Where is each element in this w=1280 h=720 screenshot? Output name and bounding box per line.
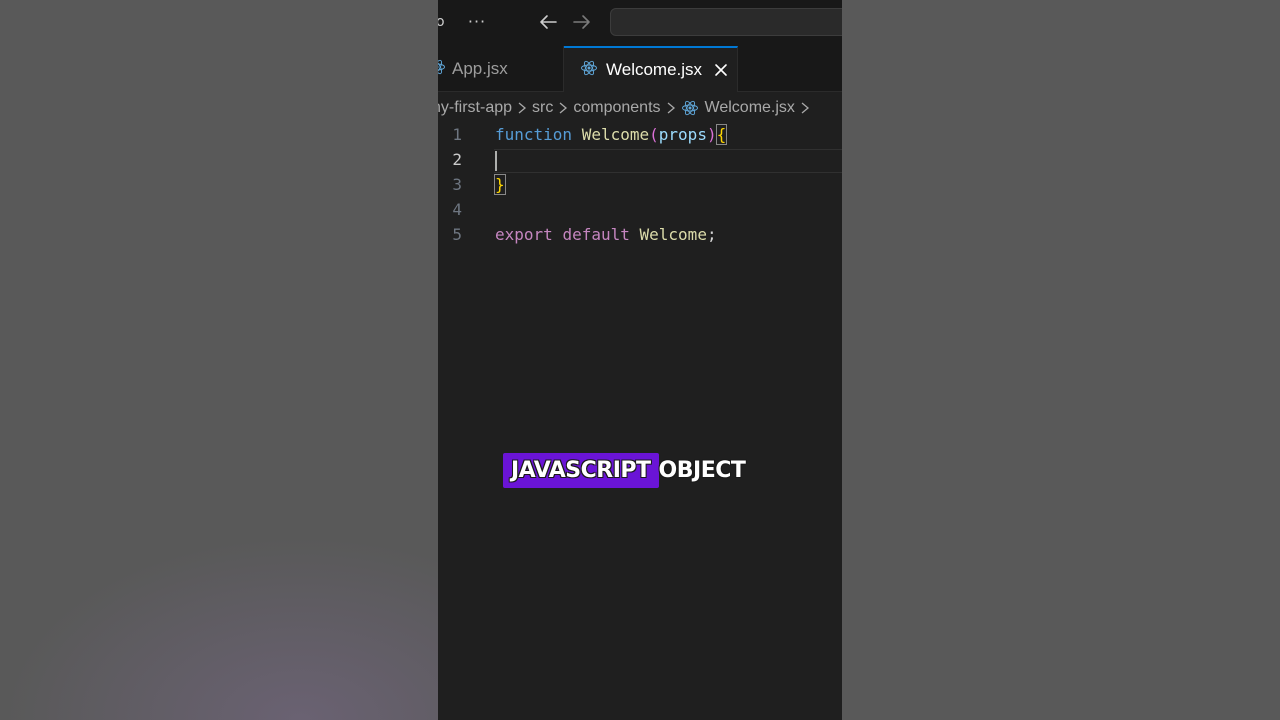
close-icon[interactable] [712, 61, 730, 79]
paren: ) [706, 125, 717, 144]
identifier: Welcome [639, 225, 707, 244]
paren: ( [649, 125, 659, 144]
line-number: 5 [452, 225, 462, 244]
line-number: 2 [452, 150, 462, 169]
code-line-2: 2 [438, 149, 842, 174]
breadcrumb-item-project[interactable]: ny-first-app [438, 99, 512, 117]
keyword: default [562, 225, 630, 244]
breadcrumb-item-file[interactable]: Welcome.jsx [705, 99, 795, 117]
title-bar: o ··· [438, 0, 842, 46]
line-number: 1 [452, 125, 462, 144]
open-brace: { [715, 124, 728, 145]
tab-label: App.jsx [452, 59, 508, 78]
video-caption: JAVASCRIPT OBJECT [503, 453, 746, 488]
line-number: 4 [452, 200, 462, 219]
caption-word: OBJECT [658, 458, 746, 483]
code-editor[interactable]: 1 function Welcome(props){ 2 3 } 4 5 exp… [438, 124, 842, 720]
tab-app-jsx[interactable]: App.jsx [438, 46, 564, 92]
tab-label: Welcome.jsx [606, 60, 703, 79]
editor-window: o ··· App.jsx Welcome.jsx ny-first-app s… [438, 0, 842, 720]
breadcrumb-item-components[interactable]: components [573, 99, 660, 117]
code-line-4: 4 [438, 199, 842, 224]
breadcrumb-item-src[interactable]: src [532, 99, 553, 117]
react-icon [681, 99, 699, 117]
code-line-3: 3 } [438, 174, 842, 199]
chevron-right-icon [518, 102, 527, 114]
tab-bar: App.jsx Welcome.jsx [438, 46, 842, 92]
react-icon [438, 58, 446, 81]
function-name: Welcome [581, 125, 650, 144]
chevron-right-icon [801, 102, 809, 114]
forward-arrow-icon[interactable] [570, 10, 594, 34]
breadcrumb: ny-first-app src components Welcome.jsx [438, 92, 842, 124]
code-line-5: 5 export default Welcome; [438, 224, 842, 249]
app-menu-icon[interactable]: o [438, 12, 444, 32]
close-brace: } [494, 174, 506, 195]
keyword: export [495, 225, 553, 244]
tab-welcome-jsx[interactable]: Welcome.jsx [564, 46, 738, 92]
chevron-right-icon [667, 102, 675, 114]
semicolon: ; [706, 225, 717, 244]
keyword: function [495, 125, 573, 144]
back-arrow-icon[interactable] [536, 10, 560, 34]
chevron-right-icon [559, 102, 568, 114]
caption-highlight-word: JAVASCRIPT [503, 453, 659, 488]
more-actions-icon[interactable]: ··· [466, 10, 488, 34]
command-center-search[interactable] [610, 8, 842, 36]
parameter: props [658, 125, 707, 144]
code-line-1: 1 function Welcome(props){ [438, 124, 842, 149]
react-icon [580, 59, 598, 82]
line-number: 3 [452, 175, 462, 194]
